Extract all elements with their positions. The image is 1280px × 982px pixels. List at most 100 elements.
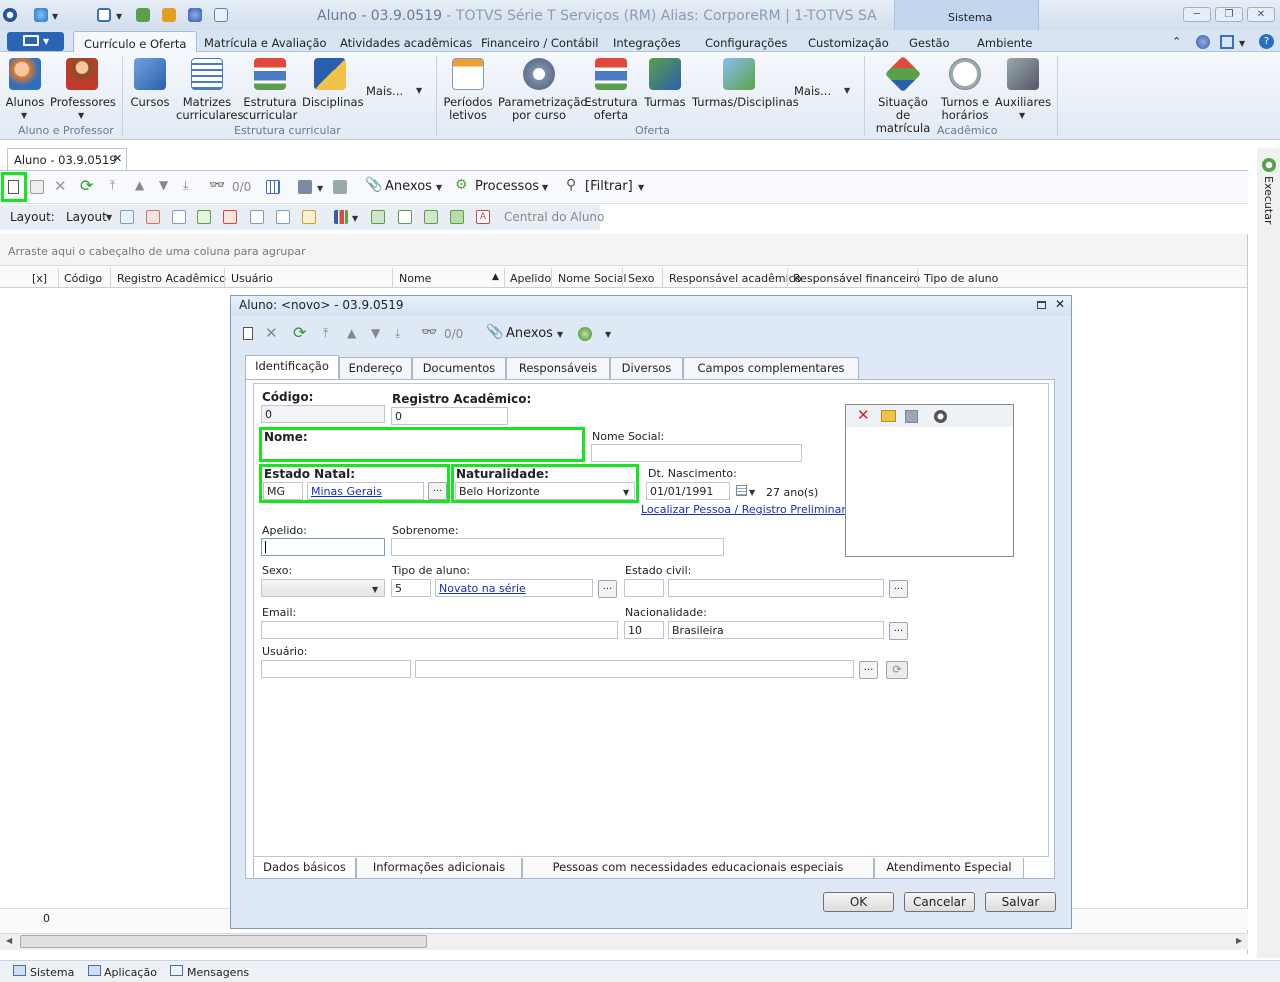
tab-matricula-avaliacao[interactable]: Matrícula e Avaliação [204, 36, 327, 50]
tab-gestao[interactable]: Gestão [909, 36, 950, 50]
ribbon-button-disciplinas[interactable]: Disciplinas [302, 56, 364, 118]
tab-campos-complementares[interactable]: Campos complementares [683, 357, 859, 379]
dropdown-caret-icon[interactable]: ▼ [436, 183, 442, 192]
chart-icon[interactable] [334, 210, 348, 224]
puzzle-icon[interactable] [298, 180, 312, 194]
sexo-select[interactable] [261, 579, 385, 597]
central-aluno-button[interactable]: Central do Aluno [504, 210, 604, 224]
column-header-sexo[interactable]: Sexo [628, 272, 654, 285]
web-icon[interactable] [188, 8, 202, 22]
paperclip-icon[interactable]: 📎 [486, 324, 503, 340]
tab-financeiro-contabil[interactable]: Financeiro / Contábil [481, 36, 599, 50]
layout-tool-icon[interactable] [450, 210, 464, 224]
ribbon-button-situacao-matricula[interactable]: Situação de matrícula [870, 55, 936, 135]
dropdown-caret-icon[interactable]: ▼ [372, 585, 378, 594]
tab-dados-basicos[interactable]: Dados básicos [253, 858, 356, 879]
globe-icon[interactable] [34, 8, 48, 22]
layout-icon[interactable] [1220, 35, 1234, 49]
delete-icon[interactable]: ✕ [265, 324, 278, 342]
salvar-button[interactable]: Salvar [985, 892, 1056, 912]
column-header-tipo-aluno[interactable]: Tipo de aluno [924, 272, 998, 285]
paperclip-icon[interactable]: 📎 [365, 177, 382, 193]
help-globe-icon[interactable] [1196, 35, 1210, 49]
processes-icon[interactable]: ⚙ [455, 177, 468, 193]
ribbon-button-estrutura-curricular[interactable]: Estrutura curricular [242, 56, 298, 122]
first-record-icon[interactable]: ⤒ [323, 326, 328, 341]
dropdown-caret-icon[interactable]: ▼ [116, 12, 122, 21]
tab-ambiente[interactable]: Ambiente [977, 36, 1033, 50]
ribbon-button-alunos[interactable]: Alunos ▼ [4, 56, 46, 120]
ribbon-mais-estrutura[interactable]: Mais... [366, 84, 403, 98]
scrollbar-thumb[interactable] [20, 935, 427, 948]
tab-atividades-academicas[interactable]: Atividades acadêmicas [340, 36, 472, 50]
dropdown-caret-icon[interactable]: ▼ [844, 86, 850, 95]
localizar-pessoa-link[interactable]: Localizar Pessoa / Registro Preliminar [641, 503, 846, 516]
refresh-icon[interactable]: ⟳ [80, 176, 93, 195]
tools-icon[interactable] [162, 8, 176, 22]
filter-icon[interactable]: ⚲ [566, 177, 576, 193]
scroll-right-icon[interactable]: ▶ [1236, 936, 1242, 945]
ribbon-mais-oferta[interactable]: Mais... [794, 84, 831, 98]
ribbon-button-professores[interactable]: Professores ▼ [50, 56, 116, 120]
column-header-usuario[interactable]: Usuário [231, 272, 273, 285]
layout-tool-icon[interactable] [276, 210, 290, 224]
column-header-responsavel-financeiro[interactable]: Responsável financeiro [793, 272, 920, 285]
dropdown-caret-icon[interactable]: ▼ [557, 330, 563, 339]
estado-civil-lookup-button[interactable]: ... [889, 580, 908, 598]
web-globe-icon[interactable] [578, 327, 592, 341]
dropdown-caret-icon[interactable]: ▼ [638, 183, 644, 192]
remove-photo-icon[interactable]: ✕ [857, 406, 870, 424]
maximize-button[interactable]: ❐ [1215, 7, 1243, 22]
text-format-icon[interactable]: A [476, 210, 490, 224]
codigo-field[interactable]: 0 [261, 405, 385, 423]
tab-documentos[interactable]: Documentos [412, 357, 506, 379]
dialog-anexos-button[interactable]: Anexos [506, 326, 553, 341]
last-record-icon[interactable]: ⤓ [395, 326, 400, 341]
ribbon-button-estrutura-oferta[interactable]: Estrutura oferta [584, 56, 638, 122]
column-header-nome[interactable]: Nome [399, 272, 431, 285]
ribbon-button-matrizes[interactable]: Matrizes curriculares [176, 56, 243, 122]
dropdown-caret-icon[interactable]: ▼ [605, 330, 611, 339]
dropdown-caret-icon[interactable]: ▼ [1239, 39, 1245, 48]
cancelar-button[interactable]: Cancelar [904, 892, 975, 912]
dropdown-caret-icon[interactable]: ▼ [416, 86, 422, 95]
usuario-refresh-icon[interactable]: ⟳ [886, 661, 908, 679]
edit-icon[interactable] [30, 180, 44, 194]
layout-dropdown[interactable]: Layout [66, 210, 107, 224]
document-tab[interactable]: Aluno - 03.9.0519 ✕ [7, 148, 127, 170]
app-logo-icon[interactable] [3, 8, 17, 22]
anexos-button[interactable]: Anexos [385, 179, 432, 194]
grid-view-icon[interactable] [266, 180, 280, 194]
first-record-icon[interactable]: ⤒ [110, 178, 115, 193]
estado-civil-code-field[interactable] [624, 579, 664, 597]
ribbon-button-turmas-disciplinas[interactable]: Turmas/Disciplinas [692, 56, 799, 118]
close-window-button[interactable]: ✕ [1247, 7, 1275, 22]
executar-label[interactable]: Executar [1262, 176, 1275, 225]
nacionalidade-lookup-button[interactable]: ... [889, 622, 908, 640]
email-field[interactable] [261, 621, 618, 639]
refresh-icon[interactable]: ⟳ [293, 323, 306, 342]
ribbon-button-turnos[interactable]: Turnos e horários [940, 56, 990, 122]
layout-tool-icon[interactable] [223, 210, 237, 224]
system-icon[interactable] [13, 965, 26, 976]
sobrenome-field[interactable] [391, 538, 724, 556]
dialog-restore-icon[interactable] [1037, 301, 1046, 309]
tab-configuracoes[interactable]: Configurações [705, 36, 787, 50]
webcam-icon[interactable] [934, 410, 947, 423]
nacionalidade-code-field[interactable]: 10 [624, 621, 664, 639]
open-folder-icon[interactable] [881, 410, 896, 422]
dt-nascimento-field[interactable]: 01/01/1991 [646, 482, 730, 500]
last-record-icon[interactable]: ⤓ [183, 178, 188, 193]
tipo-aluno-lookup-button[interactable]: ... [598, 580, 617, 598]
binoculars-icon[interactable]: 👓 [209, 178, 225, 193]
status-mensagens[interactable]: Mensagens [187, 966, 249, 979]
layout-tool-icon[interactable] [197, 210, 211, 224]
tab-informacoes-adicionais[interactable]: Informações adicionais [356, 858, 522, 879]
dropdown-caret-icon[interactable]: ▼ [749, 488, 755, 497]
column-header-responsavel-academico[interactable]: Responsável acadêmico [669, 272, 801, 285]
messages-icon[interactable] [170, 965, 183, 976]
application-menu-button[interactable]: ▼ [7, 32, 64, 51]
filtrar-button[interactable]: [Filtrar] [585, 179, 633, 194]
minimize-button[interactable]: ─ [1183, 7, 1211, 22]
tab-identificacao[interactable]: Identificação [245, 355, 339, 379]
